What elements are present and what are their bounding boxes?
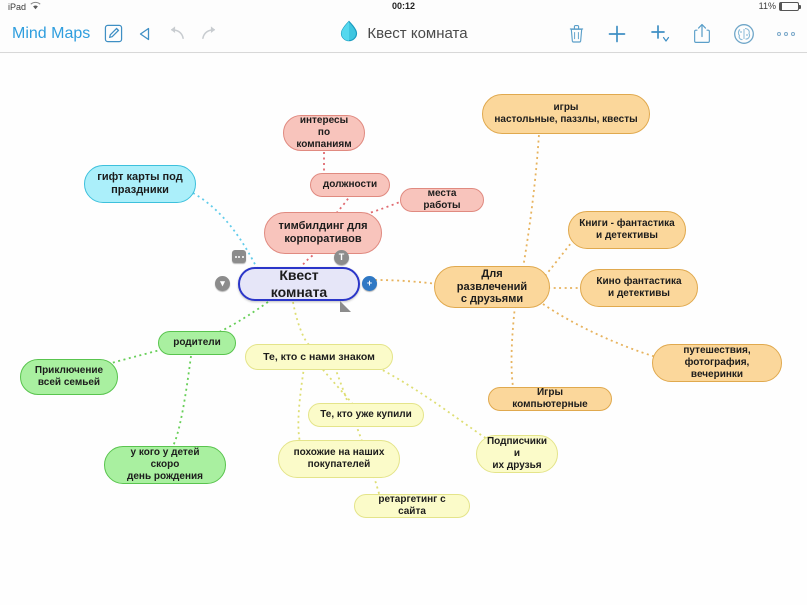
plus-icon: + xyxy=(362,276,377,291)
mindmap-app: iPad 00:12 11% Mind Maps Квест комната г… xyxy=(0,0,807,605)
node-family-adventure[interactable]: Приключение всей семьей xyxy=(20,359,118,395)
text-style-handle[interactable]: T xyxy=(334,250,349,265)
node-those-who-bought[interactable]: Те, кто уже купили xyxy=(308,403,424,427)
battery-icon xyxy=(779,1,801,11)
more-icon[interactable] xyxy=(777,31,795,36)
droplet-icon xyxy=(339,20,359,47)
resize-handle[interactable] xyxy=(340,301,351,312)
text-t-icon: T xyxy=(334,250,349,265)
share-icon[interactable] xyxy=(693,23,711,44)
battery-percent: 11% xyxy=(758,1,776,11)
node-site-retargeting[interactable]: ретаргетинг с сайта xyxy=(354,494,470,518)
status-bar: iPad 00:12 11% xyxy=(0,0,807,14)
resize-corner-icon xyxy=(340,301,351,312)
status-bar-right: 11% xyxy=(758,1,801,11)
node-those-who-know-us[interactable]: Те, кто с нами знаком xyxy=(245,344,393,370)
node-computer-games[interactable]: Игры компьютерные xyxy=(488,387,612,411)
clock: 00:12 xyxy=(391,1,416,11)
collapse-handle[interactable]: ▾ xyxy=(215,276,230,291)
node-interests-by-company[interactable]: интересы по компаниям xyxy=(283,115,365,151)
add-sibling-handle[interactable]: + xyxy=(362,276,377,291)
node-similar-to-our-buyers[interactable]: похожие на наших покупателей xyxy=(278,440,400,478)
trash-icon[interactable] xyxy=(568,24,585,43)
node-positions[interactable]: должности xyxy=(310,173,390,197)
node-root-quest-room[interactable]: Квест комната xyxy=(238,267,360,301)
node-games-board-puzzles-quests[interactable]: игры настольные, паззлы, квесты xyxy=(482,94,650,134)
node-subscribers-and-friends[interactable]: Подписчики и их друзья xyxy=(476,435,558,473)
node-gift-cards[interactable]: гифт карты под праздники xyxy=(84,165,196,203)
node-books-fantasy-detective[interactable]: Книги - фантастика и детективы xyxy=(568,211,686,249)
connector-lines xyxy=(107,133,657,498)
mindmap-canvas[interactable]: гифт карты под праздники интересы по ком… xyxy=(0,54,807,605)
node-entertainment-with-friends[interactable]: Для развлечений с друзьями xyxy=(434,266,550,308)
toolbar: Mind Maps Квест комната xyxy=(0,14,807,53)
chevron-down-icon: ▾ xyxy=(215,276,230,291)
node-parents[interactable]: родители xyxy=(158,331,236,355)
node-cinema-fantasy-detective[interactable]: Кино фантастика и детективы xyxy=(580,269,698,307)
document-title: Квест комната xyxy=(367,25,468,42)
node-kids-birthday-soon[interactable]: у кого у детей скоро день рождения xyxy=(104,446,226,484)
toolbar-right-group xyxy=(568,14,795,53)
add-child-icon[interactable] xyxy=(649,24,671,44)
node-work-places[interactable]: места работы xyxy=(400,188,484,212)
node-travel-photo-parties[interactable]: путешествия, фотография, вечеринки xyxy=(652,344,782,382)
node-teambuilding[interactable]: тимбилдинг для корпоративов xyxy=(264,212,382,254)
add-icon[interactable] xyxy=(607,24,627,44)
note-dots-icon xyxy=(232,250,246,263)
note-handle[interactable] xyxy=(232,250,246,263)
brain-icon[interactable] xyxy=(733,23,755,45)
